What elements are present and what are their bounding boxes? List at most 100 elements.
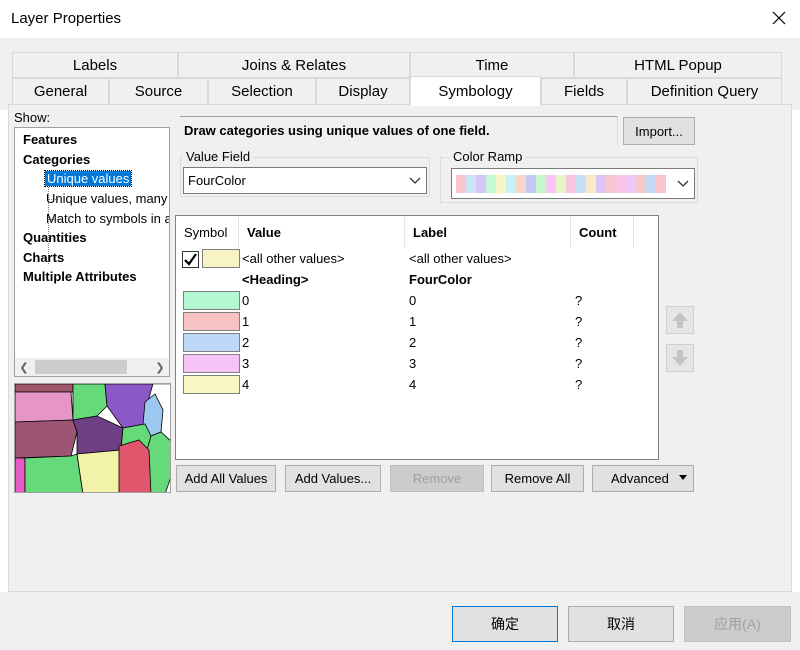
ramp-color <box>606 175 616 193</box>
cell-count: ? <box>575 335 583 350</box>
cell-value: 3 <box>242 356 250 371</box>
table-row[interactable]: 4 4? <box>176 374 634 395</box>
symbol-swatch[interactable] <box>183 291 240 310</box>
advanced-button[interactable]: Advanced <box>592 465 694 492</box>
cell-count: ? <box>575 356 583 371</box>
renderer-description: Draw categories using unique values of o… <box>180 116 618 146</box>
chevron-down-icon <box>677 180 689 187</box>
symbol-swatch[interactable] <box>183 312 240 331</box>
cell-value: 1 <box>242 314 250 329</box>
ramp-color <box>466 175 476 193</box>
add-all-values-button[interactable]: Add All Values <box>176 465 276 492</box>
header-label[interactable]: Label <box>405 216 571 248</box>
cell-value: 0 <box>242 293 250 308</box>
header-symbol[interactable]: Symbol <box>176 216 239 248</box>
remove-button[interactable]: Remove <box>390 465 484 492</box>
scroll-thumb[interactable] <box>35 360 127 374</box>
ramp-color <box>476 175 486 193</box>
cell-value: <all other values> <box>242 251 345 266</box>
tree-item-unique-values[interactable]: Unique values <box>43 170 133 187</box>
remove-all-button[interactable]: Remove All <box>491 465 584 492</box>
ramp-color <box>556 175 566 193</box>
symbol-swatch[interactable] <box>183 333 240 352</box>
symbol-swatch[interactable] <box>202 249 240 268</box>
tree-item-charts[interactable]: Charts <box>23 250 64 265</box>
import-button[interactable]: Import... <box>623 117 695 145</box>
add-values-button[interactable]: Add Values... <box>285 465 381 492</box>
table-row-heading[interactable]: <Heading> FourColor <box>176 269 634 290</box>
ramp-color <box>586 175 596 193</box>
show-label: Show: <box>14 110 51 125</box>
cell-label: FourColor <box>409 272 472 287</box>
table-row-other[interactable]: <all other values> <all other values> <box>176 248 634 269</box>
tab-symbology[interactable]: Symbology <box>410 76 541 106</box>
show-tree[interactable]: Features Categories Unique values Unique… <box>14 127 170 377</box>
map-preview <box>14 383 171 493</box>
tab-time[interactable]: Time <box>410 52 574 78</box>
move-down-button[interactable] <box>666 344 694 372</box>
symbol-swatch[interactable] <box>183 354 240 373</box>
table-row[interactable]: 1 1? <box>176 311 634 332</box>
grid-header: Symbol Value Label Count <box>176 216 634 248</box>
scroll-left-icon[interactable]: ❮ <box>15 358 33 376</box>
close-icon <box>772 11 786 25</box>
cell-label: 2 <box>409 335 417 350</box>
ramp-color <box>526 175 536 193</box>
header-count[interactable]: Count <box>571 216 634 248</box>
ok-button[interactable]: 确定 <box>452 606 558 642</box>
cell-label: <all other values> <box>409 251 512 266</box>
value-field-label: Value Field <box>183 149 254 164</box>
map-preview-image <box>15 384 170 492</box>
tab-joins-relates[interactable]: Joins & Relates <box>178 52 410 78</box>
values-grid[interactable]: Symbol Value Label Count <all other valu… <box>175 215 659 460</box>
value-field-value: FourColor <box>188 173 246 188</box>
arrow-up-icon <box>672 312 688 328</box>
symbol-swatch[interactable] <box>183 375 240 394</box>
tree-item-features[interactable]: Features <box>23 132 77 147</box>
scroll-right-icon[interactable]: ❯ <box>151 358 169 376</box>
apply-button[interactable]: 应用(A) <box>684 606 791 642</box>
color-ramp-swatches <box>456 175 666 193</box>
ramp-color <box>496 175 506 193</box>
ramp-color <box>536 175 546 193</box>
ramp-color <box>636 175 646 193</box>
table-row[interactable]: 0 0? <box>176 290 634 311</box>
ramp-color <box>596 175 606 193</box>
color-ramp-dropdown[interactable] <box>451 168 695 199</box>
tree-item-unique-values-many[interactable]: Unique values, many <box>46 191 167 206</box>
value-field-dropdown[interactable]: FourColor <box>183 167 427 194</box>
ramp-color <box>656 175 666 193</box>
table-row[interactable]: 3 3? <box>176 353 634 374</box>
checkbox-other-values[interactable] <box>182 251 199 268</box>
tab-display[interactable]: Display <box>316 78 410 105</box>
tree-item-match-to-symbols[interactable]: Match to symbols in a <box>46 211 169 226</box>
tab-source[interactable]: Source <box>109 78 208 105</box>
cell-label: 3 <box>409 356 417 371</box>
tab-fields[interactable]: Fields <box>541 78 627 105</box>
close-button[interactable] <box>760 2 798 34</box>
ramp-color <box>546 175 556 193</box>
tree-horizontal-scrollbar[interactable]: ❮ ❯ <box>15 358 169 376</box>
header-value[interactable]: Value <box>239 216 405 248</box>
tree-item-multiple-attributes[interactable]: Multiple Attributes <box>23 269 137 284</box>
ramp-color <box>626 175 636 193</box>
ramp-color <box>566 175 576 193</box>
cell-count: ? <box>575 314 583 329</box>
tab-html-popup[interactable]: HTML Popup <box>574 52 782 78</box>
cell-value: 2 <box>242 335 250 350</box>
tree-item-quantities[interactable]: Quantities <box>23 230 87 245</box>
tree-item-categories[interactable]: Categories <box>23 152 90 167</box>
ramp-color <box>576 175 586 193</box>
tab-selection[interactable]: Selection <box>208 78 316 105</box>
tab-labels[interactable]: Labels <box>12 52 178 78</box>
cell-value: <Heading> <box>242 272 309 287</box>
arrow-down-icon <box>672 350 688 366</box>
ramp-color <box>506 175 516 193</box>
move-up-button[interactable] <box>666 306 694 334</box>
table-row[interactable]: 2 2? <box>176 332 634 353</box>
tab-general[interactable]: General <box>12 78 109 105</box>
cancel-button[interactable]: 取消 <box>568 606 674 642</box>
cell-count: ? <box>575 293 583 308</box>
tab-definition-query[interactable]: Definition Query <box>627 78 782 105</box>
ramp-color <box>456 175 466 193</box>
